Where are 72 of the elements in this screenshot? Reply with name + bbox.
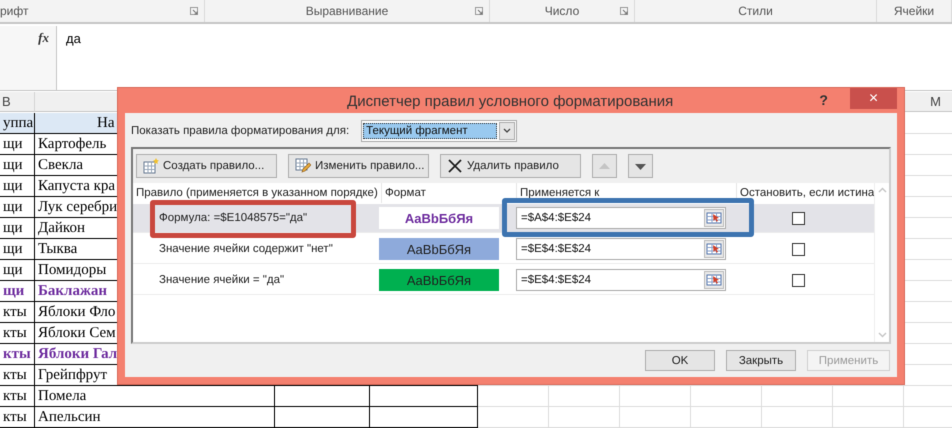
table-cell: [620, 407, 691, 428]
up-triangle-icon: [599, 160, 610, 172]
header-cell: уппа: [0, 113, 35, 134]
column-header[interactable]: M: [904, 92, 952, 112]
ribbon-group-label: Число: [544, 4, 580, 18]
dialog-button[interactable]: Закрыть: [726, 350, 796, 371]
column-header[interactable]: B: [0, 92, 35, 112]
ribbon-group-label: рифт: [0, 4, 28, 18]
table-cell: [478, 386, 549, 407]
table-cell: щи: [0, 197, 35, 218]
dialog-launcher-icon[interactable]: [190, 7, 198, 15]
table-cell: [833, 386, 904, 407]
table-cell: [833, 407, 904, 428]
column-header: Формат: [381, 183, 516, 203]
dialog-launcher-icon[interactable]: [475, 7, 483, 15]
range-picker-icon[interactable]: [704, 271, 724, 289]
checkbox[interactable]: [792, 212, 805, 224]
column-header: Применяется к: [516, 183, 736, 203]
table-cell: [762, 407, 833, 428]
edit-rule-icon: [295, 158, 311, 174]
ribbon-group-label: Ячейки: [894, 4, 934, 18]
applies-to-field[interactable]: =$A$4:$E$24: [516, 207, 726, 229]
table-cell: [478, 407, 549, 428]
scope-dropdown[interactable]: Текущий фрагмент: [361, 120, 518, 142]
ribbon-group-label: Стили: [738, 4, 773, 18]
table-cell: щи: [0, 134, 35, 155]
table-cell: кты: [0, 386, 35, 407]
table-cell: [691, 386, 762, 407]
close-button[interactable]: ×: [850, 88, 897, 109]
delete-rule-button[interactable]: Удалить правило: [440, 154, 581, 178]
checkbox[interactable]: [792, 242, 805, 256]
range-picker-icon[interactable]: [704, 209, 724, 227]
table-cell: [549, 407, 620, 428]
formula-value[interactable]: да: [57, 26, 90, 51]
table-cell: кты: [0, 344, 35, 365]
table-cell: щи: [0, 155, 35, 176]
rule-row[interactable]: Формула: =$E1048575="да" AaBbБбЯя =$A$4:$E$24: [133, 204, 874, 233]
close-icon: [447, 158, 463, 174]
table-cell: кты: [0, 323, 35, 344]
new-rule-icon: [143, 158, 159, 174]
ribbon-group-label: Выравнивание: [306, 4, 388, 18]
table-cell: щи: [0, 239, 35, 260]
table-cell: щи: [0, 281, 35, 302]
checkbox[interactable]: [792, 274, 805, 286]
insert-function-button[interactable]: fx: [0, 26, 57, 90]
applies-to-field[interactable]: =$E$4:$E$24: [516, 269, 726, 291]
format-preview: AaBbБбЯя: [379, 207, 499, 229]
table-cell: кты: [0, 365, 35, 386]
table-cell: [691, 407, 762, 428]
table-cell: [549, 386, 620, 407]
dialog-launcher-icon[interactable]: [620, 7, 628, 15]
table-cell: Апельсин: [35, 407, 275, 428]
dialog-title: Диспетчер правил условного форматирования: [347, 93, 674, 110]
range-picker-icon[interactable]: [704, 240, 724, 258]
table-cell: кты: [0, 302, 35, 323]
dialog-button[interactable]: OK: [645, 350, 715, 371]
rule-row[interactable]: Значение ячейки = "да" AaBbБбЯя =$E$4:$E$24: [133, 266, 874, 295]
edit-rule-button[interactable]: Изменить правило...: [288, 154, 429, 178]
table-cell: щи: [0, 176, 35, 197]
table-cell: кты: [0, 407, 35, 428]
applies-to-field[interactable]: =$E$4:$E$24: [516, 238, 726, 260]
table-cell: [620, 386, 691, 407]
new-rule-button[interactable]: Создать правило...: [136, 154, 277, 178]
move-down-button[interactable]: [628, 154, 653, 178]
table-cell: Помела: [35, 386, 275, 407]
format-preview: AaBbБбЯя: [379, 269, 499, 291]
table-cell: щи: [0, 218, 35, 239]
table-cell: щи: [0, 260, 35, 281]
format-preview: AaBbБбЯя: [379, 238, 499, 260]
rule-row[interactable]: Значение ячейки содержит "нет" AaBbБбЯя =$E$4:$E$24: [133, 235, 874, 264]
help-button[interactable]: ?: [815, 91, 832, 109]
table-cell: [762, 386, 833, 407]
